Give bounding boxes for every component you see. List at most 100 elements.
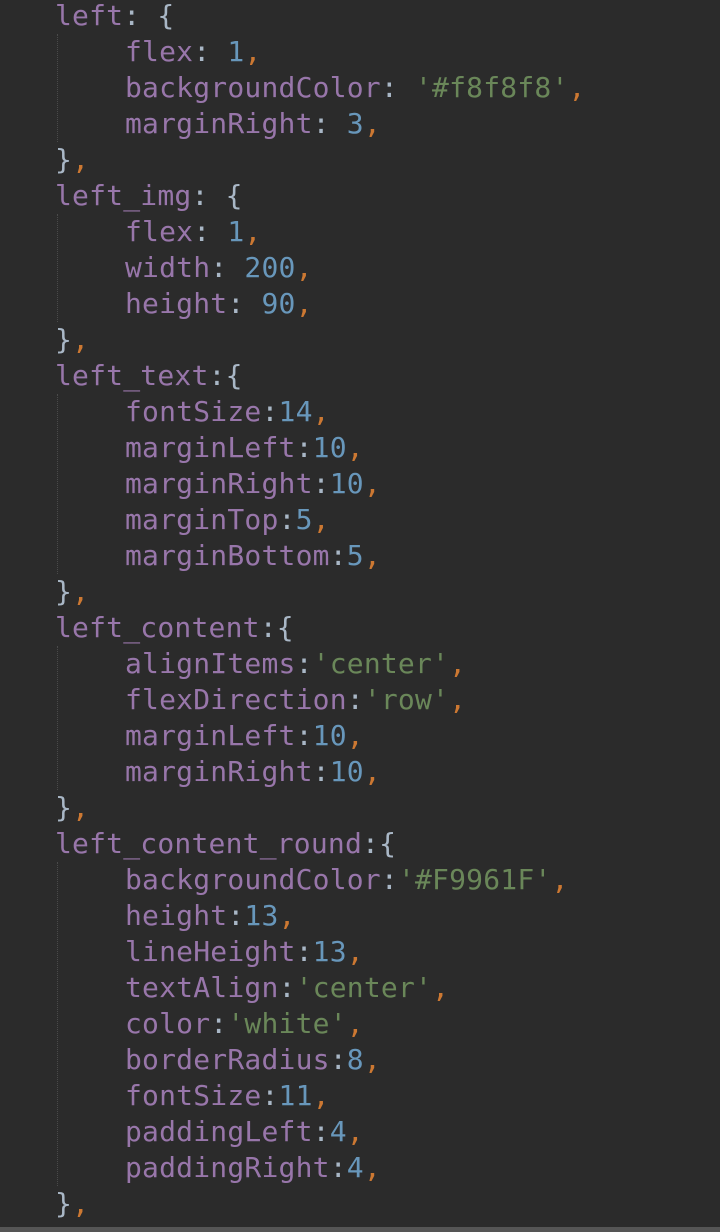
property-value: 10 bbox=[312, 719, 347, 752]
comma: , bbox=[72, 143, 90, 176]
code-line-property[interactable]: flex: 1, bbox=[125, 34, 261, 70]
colon: : bbox=[346, 683, 364, 716]
open-brace: :{ bbox=[362, 827, 397, 860]
property-value: 90 bbox=[261, 287, 296, 320]
property-key: marginRight bbox=[125, 755, 313, 788]
code-line-property[interactable]: height: 90, bbox=[125, 286, 313, 322]
colon: : bbox=[329, 1043, 347, 1076]
comma: , bbox=[295, 287, 313, 320]
indent-guide bbox=[57, 394, 58, 574]
code-line-block-close[interactable]: }, bbox=[55, 142, 89, 178]
colon: : bbox=[312, 755, 330, 788]
property-value: 10 bbox=[312, 431, 347, 464]
code-line-block-close[interactable]: }, bbox=[55, 322, 89, 358]
property-value: 1 bbox=[227, 35, 245, 68]
code-line-property[interactable]: width: 200, bbox=[125, 250, 313, 286]
code-line-block-open[interactable]: left_img: { bbox=[55, 178, 243, 214]
property-key: flexDirection bbox=[125, 683, 347, 716]
property-key: fontSize bbox=[125, 1079, 262, 1112]
comma: , bbox=[312, 395, 330, 428]
property-value: 13 bbox=[244, 899, 279, 932]
code-line-property[interactable]: textAlign:'center', bbox=[125, 970, 449, 1006]
colon: : bbox=[329, 539, 347, 572]
open-brace: : { bbox=[123, 0, 175, 32]
code-line-block-open[interactable]: left_text:{ bbox=[55, 358, 243, 394]
property-key: borderRadius bbox=[125, 1043, 330, 1076]
indent-guide bbox=[57, 34, 58, 142]
colon: : bbox=[278, 971, 296, 1004]
code-line-block-close[interactable]: }, bbox=[55, 1186, 89, 1222]
code-line-property[interactable]: paddingLeft:4, bbox=[125, 1114, 364, 1150]
colon: : bbox=[278, 503, 296, 536]
code-line-property[interactable]: height:13, bbox=[125, 898, 296, 934]
code-line-property[interactable]: marginBottom:5, bbox=[125, 538, 381, 574]
code-line-property[interactable]: borderRadius:8, bbox=[125, 1042, 381, 1078]
code-line-property[interactable]: marginRight:10, bbox=[125, 754, 381, 790]
code-line-block-open[interactable]: left_content_round:{ bbox=[55, 826, 396, 862]
property-value: 13 bbox=[312, 935, 347, 968]
property-key: width bbox=[125, 251, 211, 284]
style-name: left_content_round bbox=[55, 827, 363, 860]
code-line-property[interactable]: marginRight:10, bbox=[125, 466, 381, 502]
colon: : bbox=[295, 935, 313, 968]
property-value: 'center' bbox=[295, 971, 433, 1004]
colon: : bbox=[261, 1079, 279, 1112]
indent-guide bbox=[57, 862, 58, 1186]
colon: : bbox=[193, 35, 228, 68]
code-line-property[interactable]: marginTop:5, bbox=[125, 502, 330, 538]
property-key: height bbox=[125, 899, 228, 932]
code-line-property[interactable]: backgroundColor: '#f8f8f8', bbox=[125, 70, 586, 106]
code-line-property[interactable]: lineHeight:13, bbox=[125, 934, 364, 970]
comma: , bbox=[346, 1115, 364, 1148]
property-key: backgroundColor bbox=[125, 71, 381, 104]
comma: , bbox=[312, 503, 330, 536]
colon: : bbox=[210, 251, 245, 284]
comma: , bbox=[72, 791, 90, 824]
code-line-property[interactable]: alignItems:'center', bbox=[125, 646, 466, 682]
code-line-block-open[interactable]: left: { bbox=[55, 0, 174, 34]
code-line-property[interactable]: paddingRight:4, bbox=[125, 1150, 381, 1186]
property-value: 10 bbox=[329, 755, 364, 788]
code-line-property[interactable]: fontSize:11, bbox=[125, 1078, 330, 1114]
property-key: marginRight bbox=[125, 107, 313, 140]
code-line-block-close[interactable]: }, bbox=[55, 574, 89, 610]
code-line-property[interactable]: color:'white', bbox=[125, 1006, 364, 1042]
code-line-property[interactable]: flexDirection:'row', bbox=[125, 682, 466, 718]
code-line-property[interactable]: marginLeft:10, bbox=[125, 430, 364, 466]
property-value: 14 bbox=[278, 395, 313, 428]
property-key: marginLeft bbox=[125, 431, 296, 464]
colon: : bbox=[210, 1007, 228, 1040]
code-line-property[interactable]: marginRight: 3, bbox=[125, 106, 381, 142]
code-line-property[interactable]: fontSize:14, bbox=[125, 394, 330, 430]
comma: , bbox=[312, 1079, 330, 1112]
comma: , bbox=[449, 683, 467, 716]
code-line-block-close[interactable]: }, bbox=[55, 790, 89, 826]
editor-bottom-border bbox=[0, 1227, 720, 1232]
colon: : bbox=[380, 863, 398, 896]
comma: , bbox=[346, 935, 364, 968]
property-value: 1 bbox=[227, 215, 245, 248]
style-name: left_text bbox=[55, 359, 209, 392]
code-editor[interactable]: left: {flex: 1, backgroundColor: '#f8f8f8… bbox=[0, 0, 720, 1232]
close-brace: } bbox=[55, 1187, 73, 1220]
comma: , bbox=[551, 863, 569, 896]
property-key: marginRight bbox=[125, 467, 313, 500]
property-value: 10 bbox=[329, 467, 364, 500]
property-key: backgroundColor bbox=[125, 863, 381, 896]
comma: , bbox=[363, 107, 381, 140]
comma: , bbox=[432, 971, 450, 1004]
code-line-property[interactable]: backgroundColor:'#F9961F', bbox=[125, 862, 569, 898]
property-key: marginLeft bbox=[125, 719, 296, 752]
property-value: 'row' bbox=[363, 683, 450, 716]
property-key: marginTop bbox=[125, 503, 279, 536]
comma: , bbox=[72, 575, 90, 608]
comma: , bbox=[295, 251, 313, 284]
property-value: 200 bbox=[244, 251, 296, 284]
property-value: 5 bbox=[295, 503, 313, 536]
colon: : bbox=[380, 71, 415, 104]
code-line-block-open[interactable]: left_content:{ bbox=[55, 610, 294, 646]
colon: : bbox=[312, 1115, 330, 1148]
code-line-property[interactable]: flex: 1, bbox=[125, 214, 261, 250]
code-line-property[interactable]: marginLeft:10, bbox=[125, 718, 364, 754]
property-key: flex bbox=[125, 35, 194, 68]
